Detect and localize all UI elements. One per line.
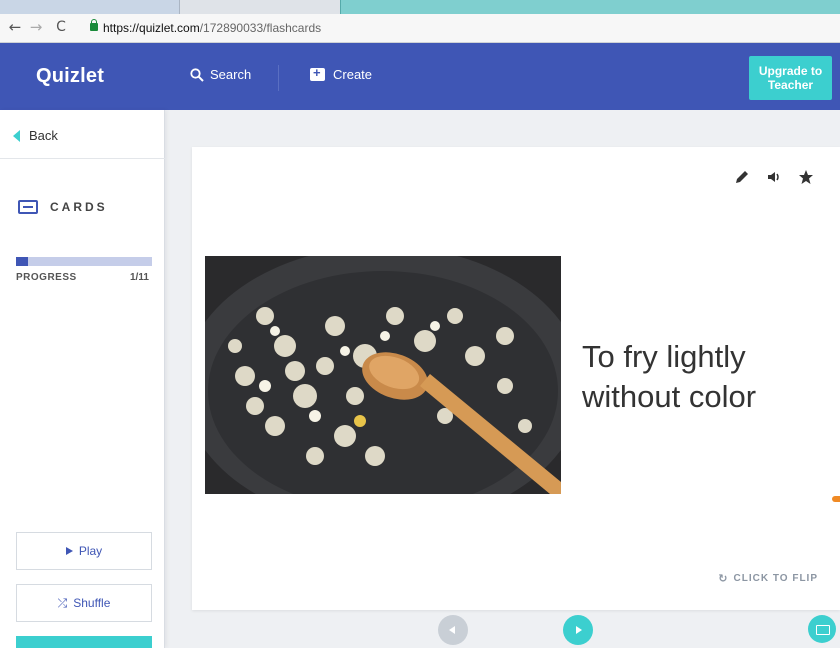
flashcard[interactable]: To fry lightly without color ↻ CLICK TO … [192,147,840,610]
header-divider [278,65,279,91]
play-icon [65,547,73,555]
url-field[interactable]: https://quizlet.com/172890033/flashcards [103,21,321,35]
search-link[interactable]: Search [190,67,251,82]
search-icon [190,67,204,82]
url-path: /172890033/flashcards [199,21,322,35]
create-set-icon [310,65,325,81]
address-bar: ← → C https://quizlet.com/172890033/flas… [0,14,840,43]
search-label: Search [210,67,252,82]
star-icon[interactable] [798,169,814,185]
progress-count: 1/11 [130,272,149,283]
back-arrow-icon[interactable]: ← [6,18,24,36]
shuffle-icon: ⤮ [57,595,68,610]
cards-icon [18,200,38,214]
quizlet-logo[interactable]: Quizlet [36,65,104,88]
next-card-button[interactable] [563,615,593,645]
browser-tab-active[interactable] [340,0,840,14]
play-button[interactable]: Play [16,532,152,570]
url-host: https://quizlet.com [103,21,200,35]
create-label: Create [333,67,373,82]
next-card-edge [832,496,840,502]
card-term-text: To fry lightly without color [582,339,757,414]
reload-icon[interactable]: C [52,19,70,35]
flip-icon: ↻ [718,572,729,585]
progress-fill [16,257,29,266]
browser-tab-strip [0,0,840,14]
play-label: Play [78,544,103,558]
back-arrow-icon [13,129,20,142]
lock-icon [90,19,98,31]
pencil-icon[interactable] [734,169,750,185]
onions-in-skillet-photo [205,256,561,494]
forward-arrow-icon[interactable]: → [27,18,45,36]
flip-label: CLICK TO FLIP [733,573,818,584]
site-header: Quizlet Search Create Upgrade to Teacher [0,43,840,110]
card-toolbar [734,169,814,185]
click-to-flip[interactable]: ↻ CLICK TO FLIP [718,572,818,585]
upgrade-button[interactable]: Upgrade to Teacher [749,56,832,100]
speaker-icon[interactable] [766,169,782,185]
study-mode-title: CARDS [18,200,108,214]
shuffle-button[interactable]: ⤮ Shuffle [16,584,152,622]
study-sidebar: Back CARDS PROGRESS 1/11 Play ⤮ Shuffle [0,110,165,648]
divider [0,158,165,159]
browser-tab[interactable] [0,0,180,14]
progress-label: PROGRESS [16,272,77,283]
back-label: Back [29,128,58,143]
keyboard-shortcuts-button[interactable] [808,615,836,643]
create-link[interactable]: Create [310,65,373,82]
previous-card-button[interactable] [438,615,468,645]
study-mode-label: CARDS [50,200,108,214]
progress-bar [16,257,152,266]
shuffle-label: Shuffle [73,596,111,610]
back-link[interactable]: Back [13,128,58,143]
options-button[interactable] [16,636,152,648]
